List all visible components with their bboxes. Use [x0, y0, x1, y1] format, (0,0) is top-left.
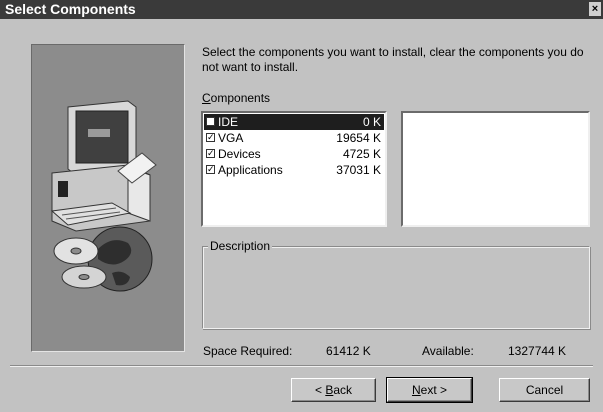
checkbox-ide[interactable]	[206, 117, 215, 126]
next-rest: ext >	[420, 383, 448, 397]
title-bar[interactable]: Select Components ×	[0, 0, 603, 19]
computer-with-disc-icon	[50, 100, 157, 292]
component-name: VGA	[218, 131, 244, 145]
select-components-dialog: Select Components × Select the component…	[0, 0, 603, 412]
instructions-text: Select the components you want to instal…	[202, 45, 584, 74]
components-label-rest: omponents	[210, 91, 271, 105]
space-required-label: Space Required:	[203, 344, 293, 358]
list-item[interactable]: IDE 0 K	[204, 114, 384, 130]
list-item[interactable]: ✓ VGA 19654 K	[204, 130, 384, 146]
components-label: Components	[202, 91, 270, 105]
back-prefix: <	[314, 383, 326, 397]
available-value: 1327744 K	[508, 344, 567, 358]
components-list[interactable]: IDE 0 K ✓ VGA 19654 K ✓ Devices 4725 K ✓…	[201, 111, 387, 227]
checkbox-vga[interactable]: ✓	[206, 133, 215, 142]
components-label-accel: C	[202, 91, 211, 105]
next-accel: N	[411, 383, 421, 397]
component-size: 37031 K	[336, 163, 381, 177]
window-title: Select Components	[5, 1, 136, 17]
component-name: IDE	[218, 115, 239, 129]
checkbox-applications[interactable]: ✓	[206, 165, 215, 174]
checkbox-devices[interactable]: ✓	[206, 149, 215, 158]
back-button[interactable]: < Back	[291, 378, 376, 402]
close-icon[interactable]: ×	[589, 2, 601, 16]
component-size: 4725 K	[342, 147, 381, 161]
subcomponents-list[interactable]	[401, 111, 590, 227]
component-name: Devices	[218, 147, 261, 161]
back-rest: ack	[333, 383, 353, 397]
cancel-button[interactable]: Cancel	[499, 378, 590, 402]
available-label: Available:	[422, 344, 474, 358]
list-item[interactable]: ✓ Applications 37031 K	[204, 162, 384, 178]
component-name: Applications	[218, 163, 283, 177]
component-size: 0 K	[362, 115, 381, 129]
description-legend: Description	[208, 239, 273, 253]
next-button[interactable]: Next >	[386, 377, 473, 403]
description-groupbox: Description	[202, 239, 590, 329]
space-required-value: 61412 K	[326, 344, 371, 358]
list-item[interactable]: ✓ Devices 4725 K	[204, 146, 384, 162]
setup-artwork	[31, 44, 185, 352]
button-separator	[10, 365, 593, 367]
component-size: 19654 K	[336, 131, 381, 145]
